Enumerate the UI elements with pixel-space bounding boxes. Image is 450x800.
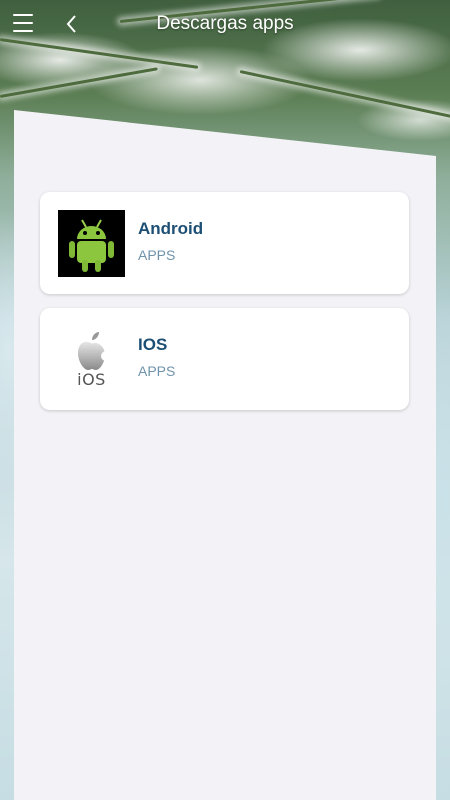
- android-logo-icon: [58, 210, 125, 277]
- pine-branch: [0, 67, 158, 98]
- item-subtitle: APPS: [138, 247, 176, 263]
- top-bar: Descargas apps: [0, 0, 450, 48]
- item-subtitle: APPS: [138, 363, 176, 379]
- item-name: Android: [138, 219, 204, 238]
- list-item-ios[interactable]: iOS IOS APPS: [40, 308, 409, 410]
- item-name: IOS: [138, 335, 168, 354]
- apple-ios-logo-icon: iOS: [58, 326, 125, 393]
- page-title: Descargas apps: [156, 13, 294, 34]
- pine-branch: [239, 70, 450, 119]
- ios-logo-label: iOS: [77, 370, 106, 389]
- list-item-android[interactable]: Android APPS: [40, 192, 409, 294]
